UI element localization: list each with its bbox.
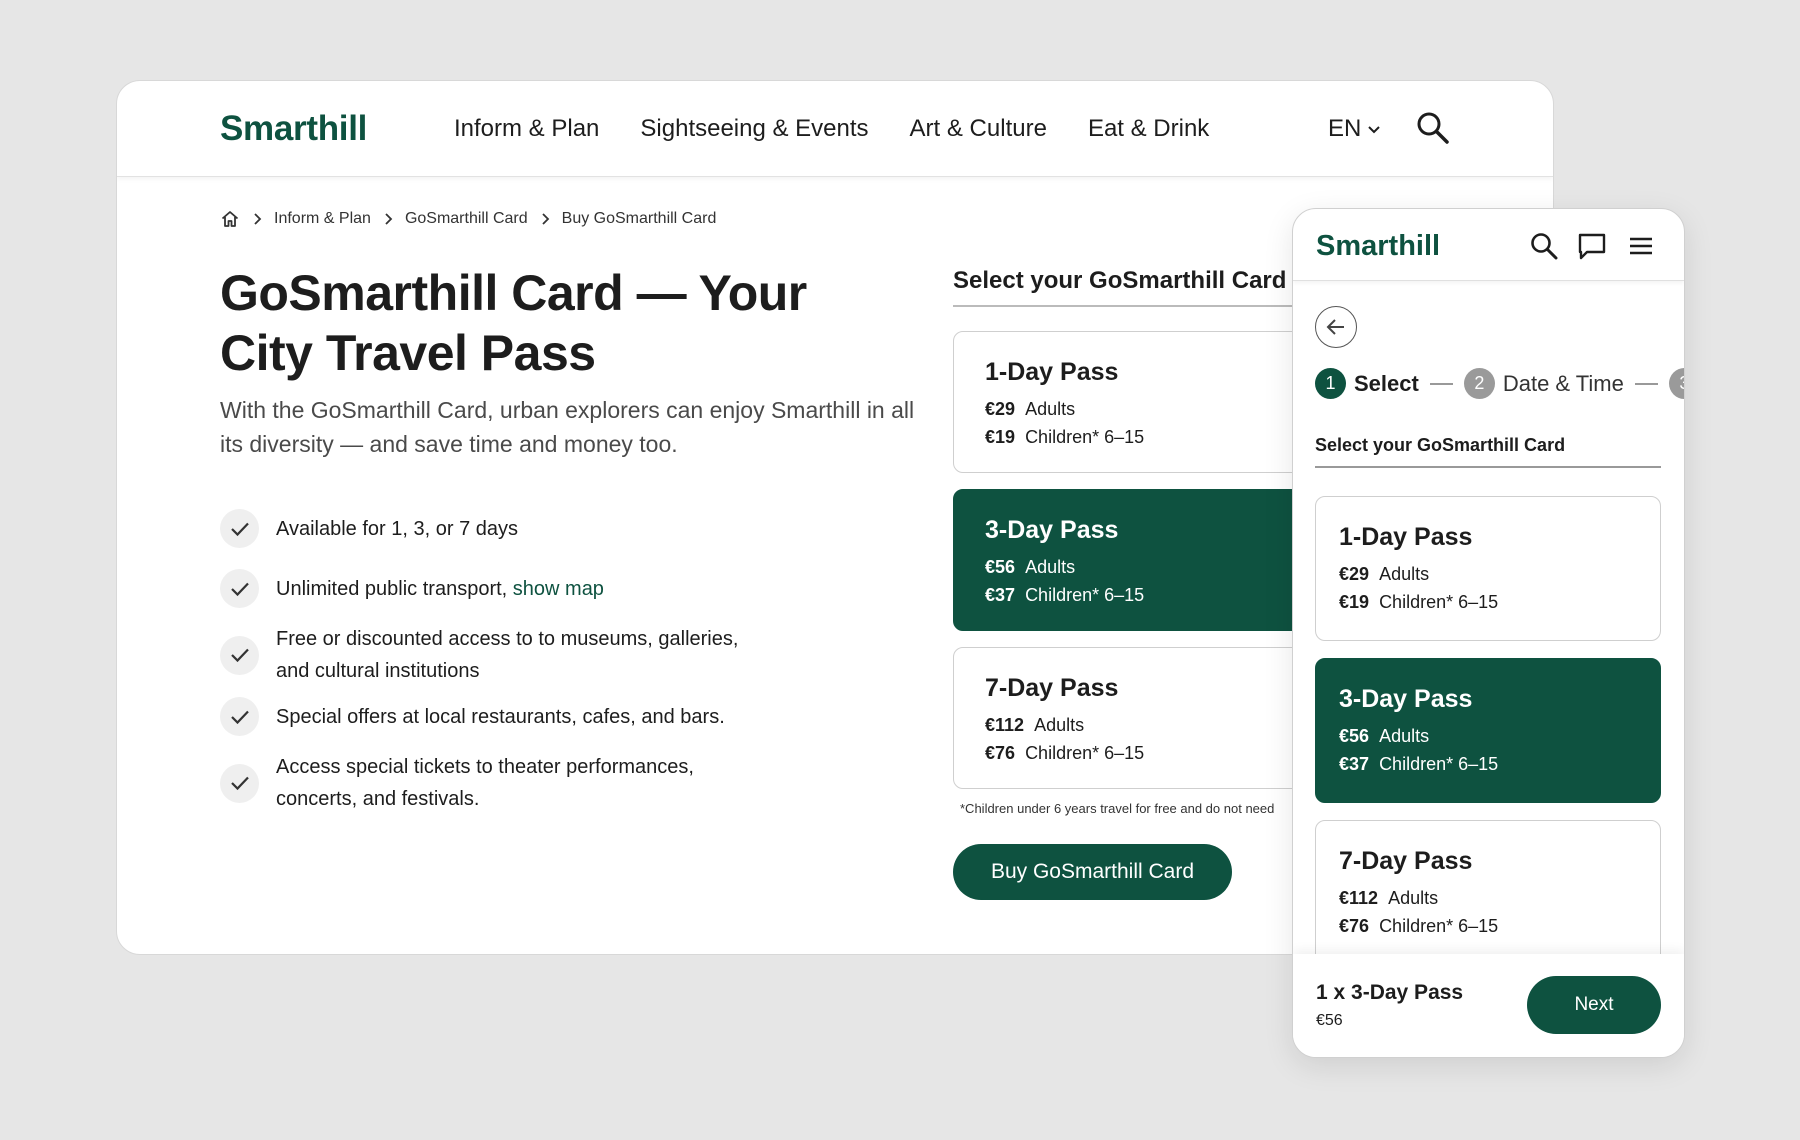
pass-option-7-day[interactable]: 7-Day Pass €112 Adults €76 Children* 6–1… [1315,820,1661,965]
chat-icon[interactable] [1577,231,1607,261]
feature-item: Access special tickets to theater perfor… [220,751,726,815]
page-subtitle: With the GoSmarthill Card, urban explore… [220,397,915,457]
nav-item-art-culture[interactable]: Art & Culture [910,115,1047,143]
chevron-right-icon [542,213,549,225]
step-connector [1429,382,1453,385]
order-summary-price: €56 [1316,1012,1343,1029]
nav-item-sightseeing-events[interactable]: Sightseeing & Events [640,115,868,143]
child-price-row: €37 Children* 6–15 [1339,754,1499,774]
progress-stepper: 1 Select 2 Date & Time 3 [1315,368,1684,399]
adult-price-row: €56 Adults [1339,726,1430,746]
step-label-date-time: Date & Time [1502,370,1624,396]
pass-name: 3-Day Pass [1339,685,1473,713]
check-icon [220,569,259,608]
adult-price-row: €112 Adults [1339,888,1439,908]
check-icon [220,635,259,675]
divider [1315,466,1661,468]
chevron-right-icon [254,213,262,225]
feature-text-transport: Unlimited public transport, [276,577,513,600]
feature-item: Special offers at local restaurants, caf… [220,697,725,736]
pass-option-3-day[interactable]: 3-Day Pass €56 Adults €37 Children* 6–15 [1315,658,1661,803]
mobile-window: Smarthill 1 Select 2 Date & Time 3 Selec… [1292,208,1685,1058]
breadcrumb-item-buy-card: Buy GoSmarthill Card [561,210,717,227]
feature-item: Available for 1, 3, or 7 days [220,509,518,548]
breadcrumb: Inform & Plan GoSmarthill Card Buy GoSma… [220,209,716,229]
child-price-row: €76 Children* 6–15 [1339,916,1499,936]
feature-text: Unlimited public transport, show map [276,573,604,605]
chevron-down-icon [1368,126,1381,134]
select-card-heading: Select your GoSmarthill Card [953,267,1287,294]
mobile-top-bar: Smarthill [1293,209,1684,281]
breadcrumb-item-gosmarthill-card[interactable]: GoSmarthill Card [405,210,528,228]
chevron-right-icon [385,213,393,225]
feature-item: Free or discounted access to to museums,… [220,623,756,687]
child-price-row: €19 Children* 6–15 [1339,592,1499,612]
arrow-left-icon [1326,319,1344,335]
next-button[interactable]: Next [1527,976,1661,1034]
pass-name: 7-Day Pass [1339,847,1473,875]
check-icon [220,697,259,736]
select-card-heading: Select your GoSmarthill Card [1315,435,1566,455]
main-nav: Inform & Plan Sightseeing & Events Art &… [454,115,1209,143]
nav-item-eat-drink[interactable]: Eat & Drink [1088,115,1209,143]
nav-item-inform-plan[interactable]: Inform & Plan [454,115,599,143]
page-title: GoSmarthill Card — Your City Travel Pass [220,265,807,381]
buy-card-button[interactable]: Buy GoSmarthill Card [953,844,1232,900]
feature-text: Free or discounted access to to museums,… [276,628,739,682]
language-selector[interactable]: EN [1328,115,1381,143]
step-number-2: 2 [1463,368,1495,399]
step-connector [1634,382,1658,385]
check-icon [220,509,259,548]
home-icon[interactable] [220,209,240,229]
step-number-3: 3 [1668,368,1684,399]
show-map-link[interactable]: show map [513,578,604,600]
children-footnote: *Children under 6 years travel for free … [960,801,1275,816]
breadcrumb-item-inform-plan[interactable]: Inform & Plan [274,210,371,228]
adult-price-row: €29 Adults [1339,564,1430,584]
brand-logo[interactable]: Smarthill [220,109,367,149]
search-icon[interactable] [1529,231,1559,261]
check-icon [220,763,259,803]
back-button[interactable] [1315,306,1357,348]
menu-icon[interactable] [1626,231,1656,261]
language-label: EN [1328,115,1362,142]
top-navigation-bar: Smarthill Inform & Plan Sightseeing & Ev… [117,81,1553,177]
feature-text: Available for 1, 3, or 7 days [276,517,518,540]
step-label-select: Select [1354,370,1419,396]
order-summary-item: 1 x 3-Day Pass [1316,981,1464,1004]
feature-item: Unlimited public transport, show map [220,569,604,608]
pass-name: 1-Day Pass [1339,523,1473,551]
feature-text: Access special tickets to theater perfor… [276,756,694,810]
brand-logo[interactable]: Smarthill [1316,230,1440,263]
search-icon[interactable] [1416,111,1450,145]
feature-text: Special offers at local restaurants, caf… [276,705,725,728]
order-summary-bar: 1 x 3-Day Pass €56 Next [1293,954,1684,1057]
step-number-1: 1 [1315,368,1346,399]
pass-option-1-day[interactable]: 1-Day Pass €29 Adults €19 Children* 6–15 [1315,496,1661,641]
